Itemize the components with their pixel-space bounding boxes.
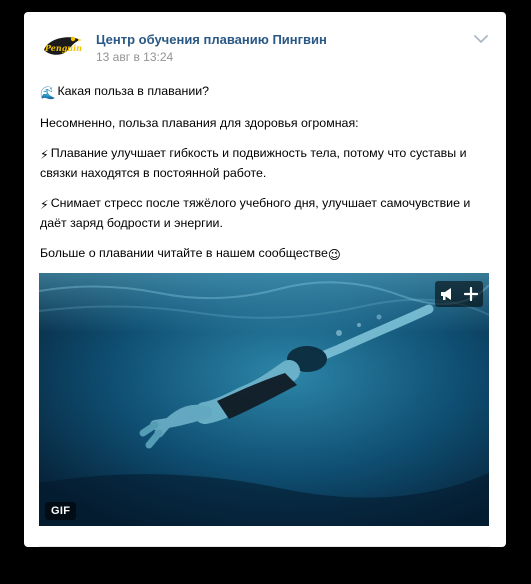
benefit-2-text: Снимает стресс после тяжёлого учебного д… <box>40 196 471 230</box>
post-card: Penguin Центр обучения плаванию Пингвин … <box>24 12 506 547</box>
intro-text: Несомненно, польза плавания для здоровья… <box>40 116 359 130</box>
group-name-link[interactable]: Центр обучения плаванию Пингвин <box>96 32 327 47</box>
swimmer-gif-image <box>39 273 489 526</box>
post-question: 🌊 Какая польза в плавании? <box>40 82 495 102</box>
post-text: 🌊 Какая польза в плавании? Несомненно, по… <box>40 82 495 276</box>
outro-text: Больше о плавании читайте в нашем сообще… <box>40 246 328 260</box>
post-outro: Больше о плавании читайте в нашем сообще… <box>40 244 495 264</box>
post-divider <box>39 546 491 547</box>
lightning-emoji-icon: ⚡ <box>40 148 49 162</box>
question-text: Какая польза в плавании? <box>57 84 210 98</box>
post-header: Penguin Центр обучения плаванию Пингвин … <box>24 12 506 74</box>
wink-emoji-icon: 😉 <box>327 248 341 262</box>
post-benefit-2: ⚡ Снимает стресс после тяжёлого учебного … <box>40 194 495 232</box>
megaphone-icon[interactable] <box>435 281 459 307</box>
gif-attachment[interactable]: GIF <box>39 273 489 526</box>
post-benefit-1: ⚡ Плавание улучшает гибкость и подвижност… <box>40 144 495 182</box>
chevron-down-icon[interactable] <box>474 34 488 44</box>
penguin-logo-icon: Penguin <box>44 36 82 55</box>
post-date[interactable]: 13 авг в 13:24 <box>96 50 173 64</box>
gif-badge: GIF <box>45 502 77 520</box>
media-actions <box>435 281 483 307</box>
group-avatar[interactable]: Penguin <box>40 30 82 60</box>
benefit-1-text: Плавание улучшает гибкость и подвижность… <box>40 146 467 180</box>
lightning-emoji-icon: ⚡ <box>40 198 49 212</box>
svg-text:Penguin: Penguin <box>44 43 82 53</box>
post-intro: Несомненно, польза плавания для здоровья… <box>40 114 495 132</box>
wave-emoji-icon: 🌊 <box>40 86 56 100</box>
plus-icon[interactable] <box>459 281 483 307</box>
